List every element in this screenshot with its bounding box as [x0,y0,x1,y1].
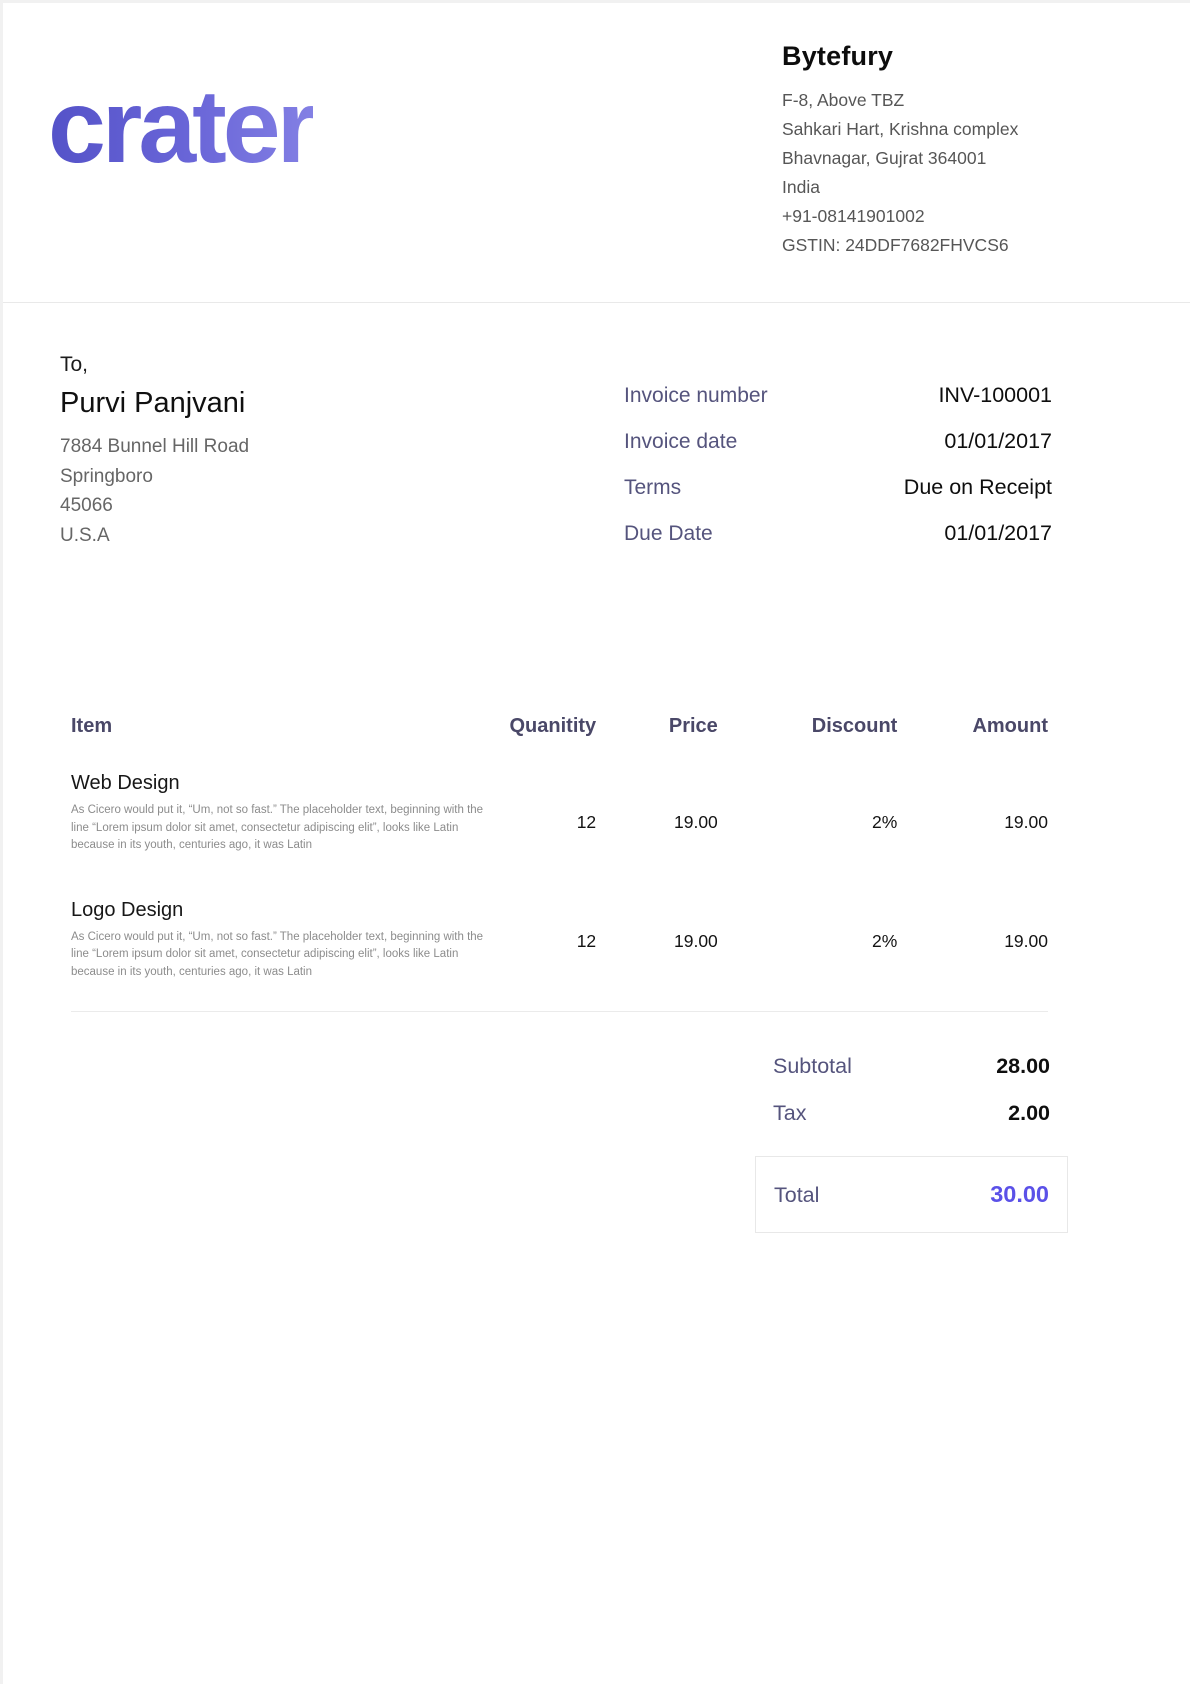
tax-row: Tax 2.00 [755,1101,1068,1126]
company-info: Bytefury F-8, Above TBZ Sahkari Hart, Kr… [782,33,1060,260]
column-header-discount: Discount [718,715,898,772]
invoice-date-label: Invoice date [624,430,737,454]
bill-to-label: To, [60,353,249,377]
terms-label: Terms [624,476,681,500]
grand-total-value: 30.00 [990,1181,1049,1208]
column-header-amount: Amount [897,715,1048,772]
item-description: As Cicero would put it, “Um, not so fast… [71,929,489,982]
company-gstin: GSTIN: 24DDF7682FHVCS6 [782,231,1060,260]
column-header-quantity: Quanitity [489,715,596,772]
item-discount: 2% [718,772,898,899]
company-address-line: Bhavnagar, Gujrat 364001 [782,144,1060,173]
due-date-row: Due Date 01/01/2017 [624,521,1052,546]
customer-name: Purvi Panjvani [60,387,249,420]
invoice-page: crater Bytefury F-8, Above TBZ Sahkari H… [0,0,1190,1684]
invoice-date-value: 01/01/2017 [944,429,1052,454]
item-description: As Cicero would put it, “Um, not so fast… [71,802,489,855]
grand-total-label: Total [774,1183,819,1208]
crater-logo: crater [48,75,313,179]
customer-address-line: U.S.A [60,521,249,551]
totals-section: Subtotal 28.00 Tax 2.00 Total 30.00 [3,1012,1190,1233]
company-address-line: India [782,173,1060,202]
table-row: Web Design As Cicero would put it, “Um, … [71,772,1048,899]
column-header-item: Item [71,715,489,772]
invoice-meta: Invoice number INV-100001 Invoice date 0… [624,353,1052,567]
addresses-section: To, Purvi Panjvani 7884 Bunnel Hill Road… [3,303,1190,567]
customer-address-line: 45066 [60,491,249,521]
item-name: Web Design [71,772,489,795]
invoice-number-label: Invoice number [624,384,768,408]
terms-row: Terms Due on Receipt [624,475,1052,500]
column-header-price: Price [596,715,718,772]
tax-value: 2.00 [1008,1101,1050,1126]
tax-label: Tax [773,1101,806,1126]
invoice-number-row: Invoice number INV-100001 [624,383,1052,408]
item-quantity: 12 [489,772,596,899]
table-row: Logo Design As Cicero would put it, “Um,… [71,899,1048,1012]
company-address: F-8, Above TBZ Sahkari Hart, Krishna com… [782,86,1060,260]
company-address-line: F-8, Above TBZ [782,86,1060,115]
items-table: Item Quanitity Price Discount Amount Web… [71,715,1048,1012]
items-table-header-row: Item Quanitity Price Discount Amount [71,715,1048,772]
company-address-line: Sahkari Hart, Krishna complex [782,115,1060,144]
customer-address: 7884 Bunnel Hill Road Springboro 45066 U… [60,432,249,550]
bill-to-block: To, Purvi Panjvani 7884 Bunnel Hill Road… [60,353,249,567]
subtotal-value: 28.00 [996,1054,1050,1079]
item-cell: Web Design As Cicero would put it, “Um, … [71,772,489,899]
due-date-value: 01/01/2017 [944,521,1052,546]
item-quantity: 12 [489,899,596,1012]
invoice-number-value: INV-100001 [938,383,1052,408]
item-discount: 2% [718,899,898,1012]
terms-value: Due on Receipt [904,475,1052,500]
item-name: Logo Design [71,899,489,922]
item-cell: Logo Design As Cicero would put it, “Um,… [71,899,489,1012]
grand-total-box: Total 30.00 [755,1156,1068,1233]
item-amount: 19.00 [897,899,1048,1012]
invoice-header: crater Bytefury F-8, Above TBZ Sahkari H… [3,3,1190,303]
subtotal-row: Subtotal 28.00 [755,1054,1068,1079]
item-price: 19.00 [596,772,718,899]
company-phone: +91-08141901002 [782,202,1060,231]
due-date-label: Due Date [624,522,713,546]
item-amount: 19.00 [897,772,1048,899]
company-name: Bytefury [782,41,1060,72]
customer-address-line: Springboro [60,462,249,492]
item-price: 19.00 [596,899,718,1012]
items-section: Item Quanitity Price Discount Amount Web… [3,567,1190,1012]
subtotal-label: Subtotal [773,1054,852,1079]
customer-address-line: 7884 Bunnel Hill Road [60,432,249,462]
invoice-date-row: Invoice date 01/01/2017 [624,429,1052,454]
